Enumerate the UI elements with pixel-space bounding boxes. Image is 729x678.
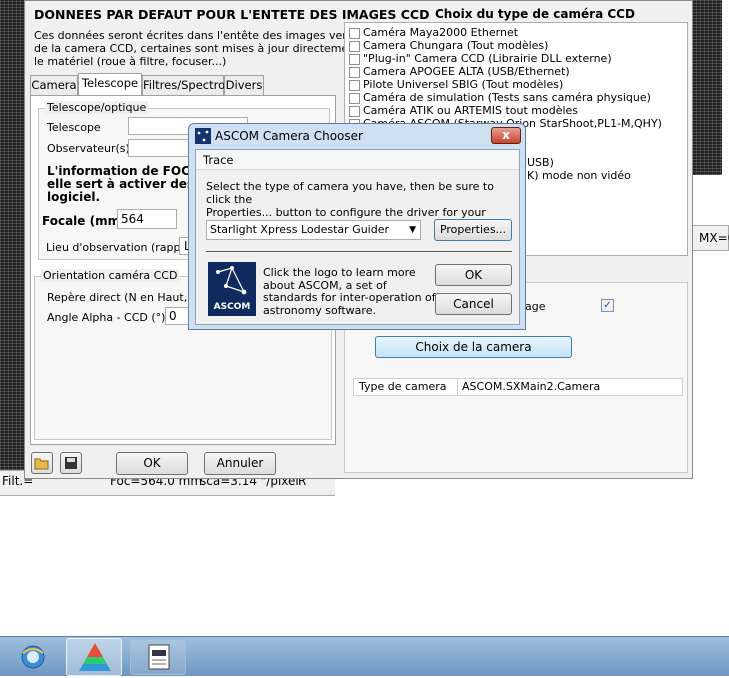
image-option-checkbox[interactable]: ✓ [601, 299, 614, 312]
chevron-down-icon: ▼ [409, 225, 416, 235]
prism-app-icon [79, 643, 111, 671]
document-app-icon [148, 644, 170, 670]
tab-strip: Camera Telescope Filtres/Spectro Divers [30, 73, 340, 97]
angle-label: Angle Alpha - CCD (°) : [47, 311, 173, 324]
camera-type-label: Camera Chungara (Tout modèles) [363, 39, 549, 52]
ok-button[interactable]: OK [116, 452, 188, 475]
ascom-window-icon [195, 128, 211, 144]
column-divider [457, 379, 458, 395]
ascom-logo[interactable]: ASCOM [208, 262, 256, 316]
checkbox[interactable] [349, 93, 360, 104]
taskbar-item-document[interactable] [130, 639, 186, 675]
ascom-logo-text: ASCOM [213, 302, 251, 312]
ascom-chooser-dialog: ASCOM Camera Chooser x Trace Select the … [188, 123, 526, 330]
properties-button[interactable]: Properties... [434, 219, 512, 241]
camera-type-label: Caméra de simulation (Tests sans caméra … [363, 91, 651, 104]
description-line: de la camera CCD, certaines sont mises à… [34, 42, 382, 55]
camera-type-label: USB) [527, 156, 554, 169]
checkbox[interactable] [349, 54, 360, 65]
window-heading: DONNEES PAR DEFAUT POUR L'ENTETE DES IMA… [34, 7, 430, 22]
dialog-separator [206, 251, 512, 252]
camera-type-label: Pilote Universel SBIG (Tout modèles) [363, 78, 564, 91]
description-line: le matériel (roue à filtre, focuser...) [34, 55, 227, 68]
camera-type-label: K) mode non vidéo [527, 169, 631, 182]
mx-readout: MX=0 [699, 231, 729, 245]
save-button[interactable] [60, 452, 82, 474]
dialog-body: Trace Select the type of camera you have… [195, 149, 520, 325]
tab-filtres-spectro[interactable]: Filtres/Spectro [142, 75, 225, 95]
dialog-ok-button[interactable]: OK [435, 264, 512, 286]
internet-explorer-icon [21, 645, 45, 669]
observer-label: Observateur(s) [47, 142, 130, 155]
camera-type-row-label: Type de camera [359, 380, 447, 393]
tab-telescope[interactable]: Telescope [78, 73, 142, 95]
open-folder-icon [34, 458, 49, 470]
close-button[interactable]: x [491, 127, 521, 144]
angle-value: 0 [169, 309, 177, 323]
dialog-menubar: Trace [196, 150, 519, 170]
tab-divers[interactable]: Divers [224, 75, 264, 95]
driver-selected-value: Starlight Xpress Lodestar Guider [210, 223, 390, 236]
taskbar-item-browser[interactable] [16, 641, 54, 673]
cancel-button[interactable]: Annuler [204, 452, 276, 475]
info-line: astronomy software. [263, 303, 376, 317]
info-line: Click the logo to learn more [263, 266, 416, 279]
dialog-titlebar: ASCOM Camera Chooser x [189, 124, 525, 149]
camera-type-label: Camera APOGEE ALTA (USB/Ethernet) [363, 65, 570, 78]
camera-type-label: "Plug-in" Camera CCD (Librairie DLL exte… [363, 52, 612, 65]
open-folder-button[interactable] [31, 452, 53, 474]
telescope-group-title: Telescope/optique [45, 101, 149, 114]
save-floppy-icon [65, 457, 77, 469]
info-line: standards for inter-operation of [263, 291, 436, 304]
camera-type-label: Caméra ATIK ou ARTEMIS tout modèles [363, 104, 579, 117]
orientation-group-title: Orientation caméra CCD [41, 269, 180, 282]
checkbox[interactable] [349, 28, 360, 39]
camera-type-row-value: ASCOM.SXMain2.Camera [462, 380, 601, 393]
location-label: Lieu d'observation (rappel) [46, 241, 195, 254]
choose-camera-button[interactable]: Choix de la camera [375, 336, 572, 358]
description: Ces données seront écrites dans l'entête… [34, 29, 381, 68]
focal-value: 564 [121, 212, 144, 226]
description-line: Ces données seront écrites dans l'entête… [34, 29, 368, 42]
dialog-cancel-button[interactable]: Cancel [435, 293, 512, 315]
dialog-title: ASCOM Camera Chooser [215, 129, 363, 143]
close-icon: x [502, 128, 510, 142]
focal-input[interactable]: 564 [117, 209, 177, 229]
taskbar [0, 636, 729, 676]
ascom-info-text: Click the logo to learn more about ASCOM… [263, 266, 436, 317]
camera-type-title: Choix du type de caméra CCD [435, 7, 635, 21]
astro-image-right [692, 0, 722, 175]
image-option-label: age [525, 300, 546, 313]
astro-image-top [0, 0, 24, 470]
driver-select[interactable]: Starlight Xpress Lodestar Guider ▼ [206, 220, 421, 240]
menu-trace[interactable]: Trace [203, 153, 234, 167]
checkbox[interactable] [349, 67, 360, 78]
tab-camera[interactable]: Camera [30, 75, 78, 95]
camera-type-row: Type de camera ASCOM.SXMain2.Camera [353, 378, 683, 396]
checkbox[interactable] [349, 106, 360, 117]
focal-label: Focale (mm) [42, 214, 126, 228]
instruction-line: Select the type of camera you have, then… [206, 180, 494, 206]
side-panel: MX=0 [692, 225, 729, 251]
checkbox[interactable] [349, 80, 360, 91]
ascom-logo-icon [216, 266, 247, 295]
telescope-label: Telescope [47, 121, 101, 134]
camera-type-label: Caméra Maya2000 Ethernet [363, 26, 519, 39]
repere-label: Repère direct (N en Haut, E à [47, 291, 208, 304]
taskbar-item-prism[interactable] [66, 638, 122, 676]
checkbox[interactable] [349, 41, 360, 52]
